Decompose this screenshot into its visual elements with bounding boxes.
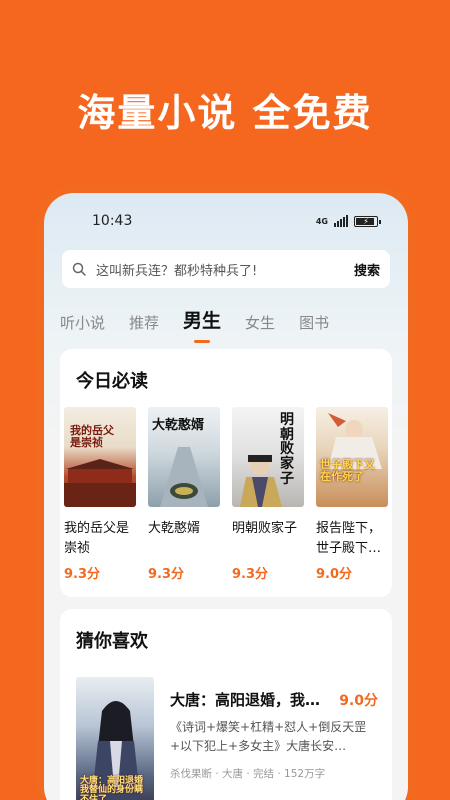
tab-recommend[interactable]: 推荐 [129,312,159,339]
book-title: 大乾憨婿 [148,521,201,536]
phone-screen: 10:43 4G ⚡ 这叫新兵连？都秒特种兵了! 搜索 听小说 推荐 男生 女生… [44,193,408,800]
book-meta: 杀伐果断 · 大唐 · 完结 · 152万字 [170,768,326,780]
recommended-book-info: 大唐：高阳退婚，我… 9.0分 《诗词+爆笑+杠精+怼人+倒反天罡+以下犯上+多… [170,677,378,800]
cover-title: 明朝败家子 [280,412,294,487]
status-time: 10:43 [92,213,133,229]
book-item[interactable]: 明朝败家子 明朝败家子 9.3分 [232,407,304,582]
book-item[interactable]: 大乾憨婿 大乾憨婿 9.3分 [148,407,220,582]
book-title: 明朝败家子 [232,521,298,536]
search-button[interactable]: 搜索 [354,260,380,279]
guess-section-title: 猜你喜欢 [76,631,148,652]
cover-title: 我的岳父是崇祯 [70,424,114,449]
book-title: 报告陛下，世子殿下… [316,521,382,556]
phone-frame: 10:43 4G ⚡ 这叫新兵连？都秒特种兵了! 搜索 听小说 推荐 男生 女生… [36,185,416,800]
book-description: 《诗词+爆笑+杠精+怼人+倒反天罡+以下犯上+多女主》大唐长安… [170,720,367,753]
cover-title: 大唐：高阳退婚 我替仙的身份瞒不住了 [80,775,144,800]
search-icon [72,262,86,276]
book-item[interactable]: 我的岳父是崇祯 我的岳父是崇祯 9.3分 [64,407,136,582]
tab-female[interactable]: 女生 [245,312,275,339]
book-item[interactable]: 世子殿下又在作死了 报告陛下，世子殿下… 9.0分 [316,407,388,582]
battery-icon: ⚡ [354,215,381,227]
recommended-book[interactable]: 大唐：高阳退婚 我替仙的身份瞒不住了 大唐：高阳退婚，我… 9.0分 《诗词+爆… [76,677,378,800]
today-book-list: 我的岳父是崇祯 我的岳父是崇祯 9.3分 大乾憨婿 大乾憨婿 9.3分 明朝败家… [64,407,388,582]
book-score: 9.3分 [64,567,101,582]
book-score: 9.3分 [232,567,269,582]
book-score: 9.3分 [148,567,185,582]
status-icons: 4G ⚡ [315,215,381,227]
category-tabs: 听小说 推荐 男生 女生 图书 [60,309,392,339]
network-label: 4G [315,216,328,226]
book-title: 我的岳父是崇祯 [64,521,130,556]
book-cover[interactable]: 明朝败家子 [232,407,304,507]
book-score: 9.0分 [316,567,353,582]
tab-books[interactable]: 图书 [299,312,329,339]
today-must-read-card: 今日必读 我的岳父是崇祯 我的岳父是崇祯 9.3分 大乾憨婿 大乾憨婿 9.3分… [60,349,392,597]
search-bar[interactable]: 这叫新兵连？都秒特种兵了! 搜索 [62,250,390,288]
guess-you-like-card: 猜你喜欢 大唐：高阳退婚 我替仙的身份瞒不住了 大唐：高阳退婚，我… 9.0分 [60,609,392,800]
book-cover[interactable]: 世子殿下又在作死了 [316,407,388,507]
tab-audio-novel[interactable]: 听小说 [60,312,105,339]
promo-headline: 海量小说 全免费 [77,91,373,135]
cover-title: 大乾憨婿 [152,418,205,433]
search-input[interactable]: 这叫新兵连？都秒特种兵了! [96,260,354,279]
signal-icon [334,215,348,227]
status-bar: 10:43 4G ⚡ [92,211,381,231]
book-title: 大唐：高阳退婚，我… [170,691,321,709]
today-section-title: 今日必读 [76,371,148,392]
tab-male[interactable]: 男生 [183,306,221,339]
book-cover[interactable]: 大唐：高阳退婚 我替仙的身份瞒不住了 [76,677,154,800]
book-cover[interactable]: 我的岳父是崇祯 [64,407,136,507]
cover-title: 世子殿下又在作死了 [320,458,375,483]
book-score: 9.0分 [339,692,378,709]
book-cover[interactable]: 大乾憨婿 [148,407,220,507]
recommended-title-row: 大唐：高阳退婚，我… 9.0分 [170,689,378,710]
